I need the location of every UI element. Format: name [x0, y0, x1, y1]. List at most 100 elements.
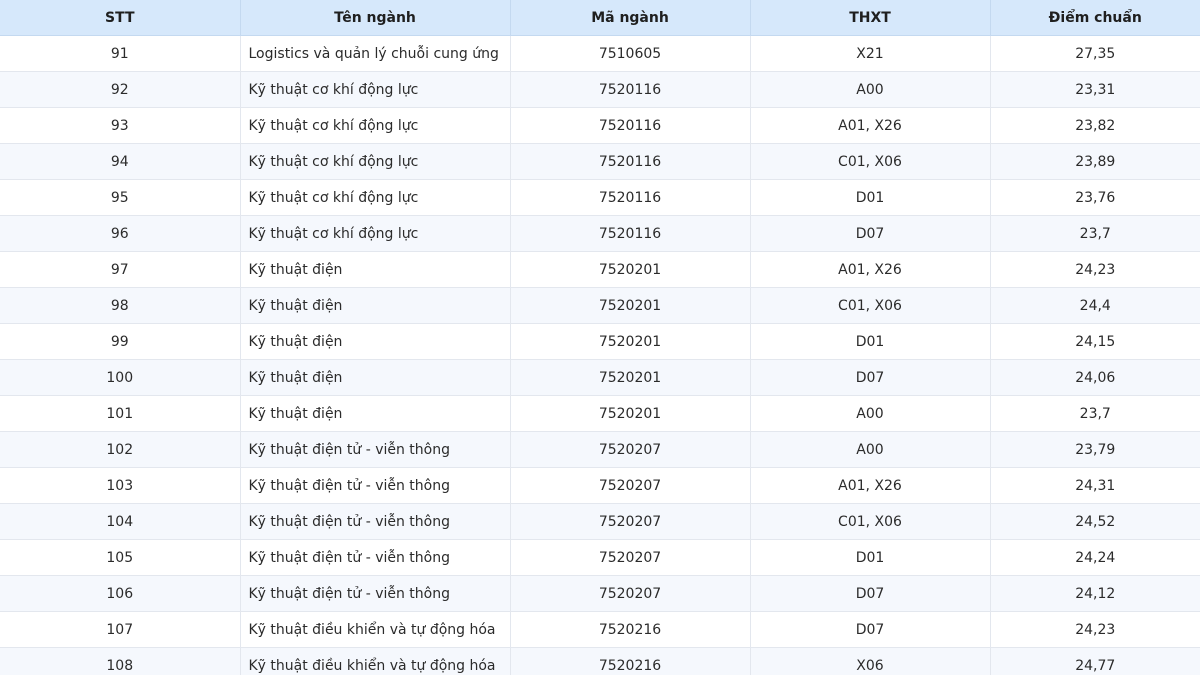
cell-benchmark-score: 24,23 [990, 611, 1200, 648]
cell-major-name: Kỹ thuật điện [240, 287, 511, 324]
cell-major-name: Kỹ thuật điện tử - viễn thông [240, 575, 511, 612]
cell-subject-combination: D07 [750, 215, 991, 252]
cell-major-code: 7520201 [510, 251, 751, 288]
cell-benchmark-score: 23,82 [990, 107, 1200, 144]
cell-major-code: 7520216 [510, 647, 751, 675]
cell-stt: 108 [0, 647, 241, 675]
cell-benchmark-score: 23,89 [990, 143, 1200, 180]
cell-stt: 100 [0, 359, 241, 396]
cell-major-name: Kỹ thuật điện [240, 251, 511, 288]
cell-subject-combination: A00 [750, 431, 991, 468]
cell-major-code: 7520116 [510, 107, 751, 144]
table-row: 106 Kỹ thuật điện tử - viễn thông 7520207 D… [0, 575, 1200, 612]
cell-major-name: Kỹ thuật điện [240, 395, 511, 432]
header-row: STT Tên ngành Mã ngành THXT Điểm chuẩn [0, 0, 1200, 36]
cell-subject-combination: A01, X26 [750, 251, 991, 288]
table-header: STT Tên ngành Mã ngành THXT Điểm chuẩn [0, 0, 1200, 36]
cell-major-name: Kỹ thuật điều khiển và tự động hóa [240, 647, 511, 675]
cell-major-code: 7520207 [510, 467, 751, 504]
cell-benchmark-score: 23,76 [990, 179, 1200, 216]
cell-benchmark-score: 24,4 [990, 287, 1200, 324]
table-row: 97 Kỹ thuật điện 7520201 A01, X26 24,23 [0, 251, 1200, 288]
cell-stt: 102 [0, 431, 241, 468]
cell-subject-combination: A00 [750, 71, 991, 108]
cell-major-name: Kỹ thuật cơ khí động lực [240, 179, 511, 216]
cell-benchmark-score: 23,7 [990, 395, 1200, 432]
table-row: 99 Kỹ thuật điện 7520201 D01 24,15 [0, 323, 1200, 360]
cell-major-code: 7520116 [510, 179, 751, 216]
cell-subject-combination: D01 [750, 539, 991, 576]
cell-benchmark-score: 24,31 [990, 467, 1200, 504]
cell-subject-combination: X21 [750, 35, 991, 72]
cell-stt: 105 [0, 539, 241, 576]
table-row: 105 Kỹ thuật điện tử - viễn thông 7520207 D… [0, 539, 1200, 576]
cell-benchmark-score: 24,23 [990, 251, 1200, 288]
table-row: 108 Kỹ thuật điều khiển và tự động hóa 752… [0, 647, 1200, 675]
cell-subject-combination: C01, X06 [750, 287, 991, 324]
table-row: 104 Kỹ thuật điện tử - viễn thông 7520207 C… [0, 503, 1200, 540]
admission-scores-table-container: STT Tên ngành Mã ngành THXT Điểm chuẩn 9… [0, 0, 1200, 675]
table-row: 94 Kỹ thuật cơ khí động lực 7520116 C01, X0… [0, 143, 1200, 180]
cell-benchmark-score: 23,31 [990, 71, 1200, 108]
cell-stt: 99 [0, 323, 241, 360]
cell-stt: 94 [0, 143, 241, 180]
cell-benchmark-score: 24,06 [990, 359, 1200, 396]
cell-major-code: 7520207 [510, 539, 751, 576]
cell-stt: 96 [0, 215, 241, 252]
cell-major-code: 7520207 [510, 503, 751, 540]
cell-subject-combination: A01, X26 [750, 107, 991, 144]
table-row: 100 Kỹ thuật điện 7520201 D07 24,06 [0, 359, 1200, 396]
cell-benchmark-score: 24,24 [990, 539, 1200, 576]
header-subject-combination: THXT [750, 0, 991, 36]
admission-scores-table: STT Tên ngành Mã ngành THXT Điểm chuẩn 9… [0, 0, 1200, 675]
cell-subject-combination: D01 [750, 323, 991, 360]
header-major-code: Mã ngành [510, 0, 751, 36]
table-row: 93 Kỹ thuật cơ khí động lực 7520116 A01, X2… [0, 107, 1200, 144]
cell-stt: 97 [0, 251, 241, 288]
cell-major-code: 7520201 [510, 323, 751, 360]
table-row: 101 Kỹ thuật điện 7520201 A00 23,7 [0, 395, 1200, 432]
cell-stt: 104 [0, 503, 241, 540]
cell-major-name: Kỹ thuật cơ khí động lực [240, 215, 511, 252]
header-stt: STT [0, 0, 241, 36]
table-row: 103 Kỹ thuật điện tử - viễn thông 7520207 A… [0, 467, 1200, 504]
cell-benchmark-score: 24,15 [990, 323, 1200, 360]
cell-subject-combination: D01 [750, 179, 991, 216]
cell-benchmark-score: 23,7 [990, 215, 1200, 252]
cell-major-code: 7520207 [510, 431, 751, 468]
header-benchmark-score: Điểm chuẩn [990, 0, 1200, 36]
cell-major-code: 7520201 [510, 287, 751, 324]
cell-subject-combination: C01, X06 [750, 503, 991, 540]
cell-subject-combination: X06 [750, 647, 991, 675]
cell-subject-combination: D07 [750, 575, 991, 612]
cell-major-name: Kỹ thuật điện tử - viễn thông [240, 467, 511, 504]
cell-benchmark-score: 24,12 [990, 575, 1200, 612]
cell-major-name: Kỹ thuật cơ khí động lực [240, 107, 511, 144]
cell-stt: 93 [0, 107, 241, 144]
cell-major-name: Kỹ thuật điện tử - viễn thông [240, 503, 511, 540]
cell-subject-combination: A01, X26 [750, 467, 991, 504]
table-row: 92 Kỹ thuật cơ khí động lực 7520116 A00 23,3… [0, 71, 1200, 108]
cell-major-code: 7520201 [510, 359, 751, 396]
cell-major-code: 7520201 [510, 395, 751, 432]
cell-stt: 95 [0, 179, 241, 216]
cell-major-name: Kỹ thuật điện [240, 359, 511, 396]
cell-benchmark-score: 24,77 [990, 647, 1200, 675]
table-row: 98 Kỹ thuật điện 7520201 C01, X06 24,4 [0, 287, 1200, 324]
cell-major-code: 7520116 [510, 215, 751, 252]
cell-stt: 91 [0, 35, 241, 72]
cell-major-code: 7520216 [510, 611, 751, 648]
table-row: 102 Kỹ thuật điện tử - viễn thông 7520207 A… [0, 431, 1200, 468]
cell-major-name: Kỹ thuật cơ khí động lực [240, 143, 511, 180]
cell-major-name: Kỹ thuật điện tử - viễn thông [240, 431, 511, 468]
cell-stt: 98 [0, 287, 241, 324]
cell-major-code: 7510605 [510, 35, 751, 72]
cell-benchmark-score: 23,79 [990, 431, 1200, 468]
cell-stt: 106 [0, 575, 241, 612]
cell-stt: 101 [0, 395, 241, 432]
cell-major-name: Kỹ thuật điện [240, 323, 511, 360]
table-body: 91 Logistics và quản lý chuỗi cung ứng 751… [0, 35, 1200, 675]
cell-major-name: Kỹ thuật điều khiển và tự động hóa [240, 611, 511, 648]
cell-major-name: Kỹ thuật cơ khí động lực [240, 71, 511, 108]
cell-subject-combination: C01, X06 [750, 143, 991, 180]
